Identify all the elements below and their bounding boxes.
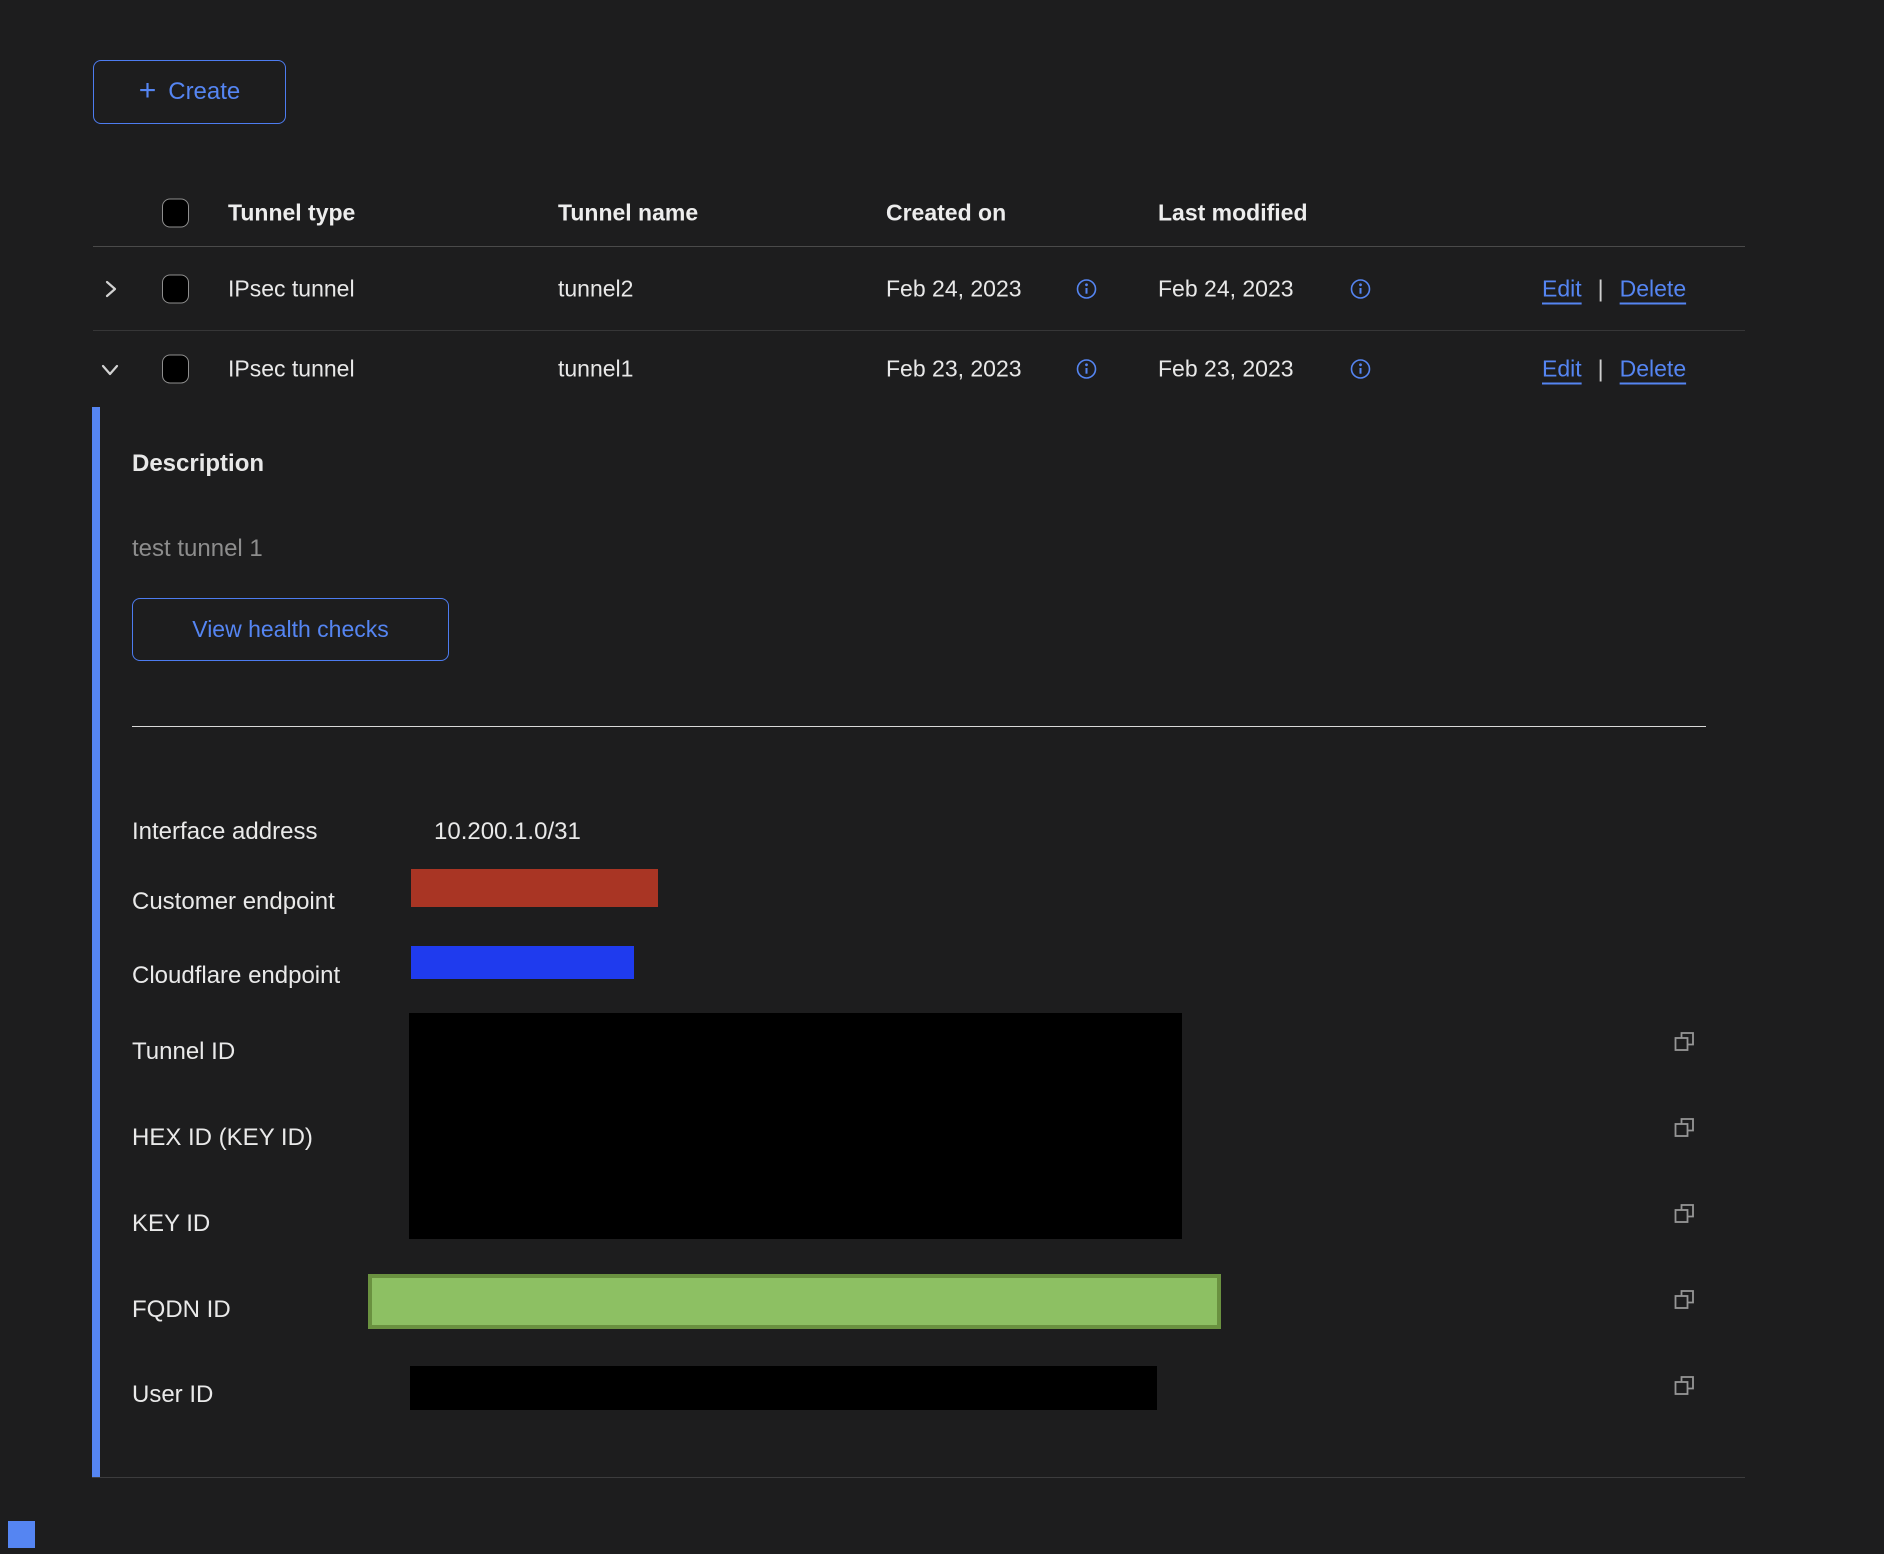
created-on-cell: Feb 24, 2023 (886, 275, 1022, 302)
customer-endpoint-label: Customer endpoint (132, 888, 335, 916)
plus-icon: + (139, 76, 157, 106)
column-header-tunnel-name: Tunnel name (558, 200, 698, 227)
cloudflare-endpoint-label: Cloudflare endpoint (132, 962, 340, 990)
copy-user-id-button[interactable] (1672, 1373, 1697, 1398)
user-id-redacted-value (410, 1366, 1157, 1410)
action-separator: | (1598, 275, 1604, 302)
copy-hex-id-button[interactable] (1672, 1115, 1697, 1140)
copy-tunnel-id-button[interactable] (1672, 1029, 1697, 1054)
chevron-down-icon (99, 358, 121, 380)
tunnel-id-label: Tunnel ID (132, 1038, 235, 1066)
delete-link[interactable]: Delete (1620, 356, 1686, 383)
select-all-checkbox[interactable] (162, 199, 189, 228)
tunnel-type-cell: IPsec tunnel (228, 356, 355, 383)
description-heading: Description (132, 450, 264, 478)
fqdn-id-redacted-value (368, 1274, 1221, 1329)
table-row: IPsec tunnel tunnel2 Feb 24, 2023 Feb 24… (93, 247, 1745, 331)
expanded-panel-border (92, 1477, 1745, 1478)
tunnel-name-cell: tunnel2 (558, 275, 633, 302)
copy-icon (1672, 1029, 1697, 1054)
last-modified-cell: Feb 24, 2023 (1158, 275, 1294, 302)
copy-icon (1672, 1201, 1697, 1226)
key-id-label: KEY ID (132, 1210, 210, 1238)
copy-key-id-button[interactable] (1672, 1201, 1697, 1226)
user-id-label: User ID (132, 1381, 213, 1409)
create-button-label: Create (168, 78, 240, 106)
table-row: IPsec tunnel tunnel1 Feb 23, 2023 Feb 23… (93, 331, 1745, 407)
cloudflare-endpoint-redacted-value (411, 946, 634, 979)
delete-link[interactable]: Delete (1620, 275, 1686, 302)
description-value: test tunnel 1 (132, 535, 263, 563)
created-on-info-icon[interactable] (1076, 278, 1097, 299)
last-modified-info-icon[interactable] (1350, 278, 1371, 299)
copy-icon (1672, 1115, 1697, 1140)
bottom-left-accent-square (8, 1521, 35, 1548)
column-header-tunnel-type: Tunnel type (228, 200, 355, 227)
created-on-cell: Feb 23, 2023 (886, 356, 1022, 383)
last-modified-info-icon[interactable] (1350, 359, 1371, 380)
hex-id-label: HEX ID (KEY ID) (132, 1124, 313, 1152)
column-header-last-modified: Last modified (1158, 200, 1308, 227)
chevron-right-icon (99, 278, 121, 300)
table-header: Tunnel type Tunnel name Created on Last … (93, 180, 1745, 247)
expanded-row-indicator-bar (92, 407, 100, 1477)
created-on-info-icon[interactable] (1076, 359, 1097, 380)
ids-redacted-value (409, 1013, 1182, 1239)
row-checkbox[interactable] (162, 355, 189, 384)
collapse-row-button[interactable] (95, 354, 125, 384)
copy-icon (1672, 1373, 1697, 1398)
copy-fqdn-id-button[interactable] (1672, 1287, 1697, 1312)
row-checkbox[interactable] (162, 274, 189, 303)
copy-icon (1672, 1287, 1697, 1312)
view-health-checks-button[interactable]: View health checks (132, 598, 449, 661)
edit-link[interactable]: Edit (1542, 275, 1582, 302)
interface-address-label: Interface address (132, 818, 317, 846)
edit-link[interactable]: Edit (1542, 356, 1582, 383)
tunnel-name-cell: tunnel1 (558, 356, 633, 383)
expand-row-button[interactable] (95, 274, 125, 304)
column-header-created-on: Created on (886, 200, 1006, 227)
interface-address-value: 10.200.1.0/31 (434, 818, 581, 846)
tunnel-type-cell: IPsec tunnel (228, 275, 355, 302)
last-modified-cell: Feb 23, 2023 (1158, 356, 1294, 383)
fqdn-id-label: FQDN ID (132, 1296, 231, 1324)
action-separator: | (1598, 356, 1604, 383)
section-divider (132, 726, 1706, 727)
create-button[interactable]: + Create (93, 60, 286, 124)
customer-endpoint-redacted-value (411, 869, 658, 907)
